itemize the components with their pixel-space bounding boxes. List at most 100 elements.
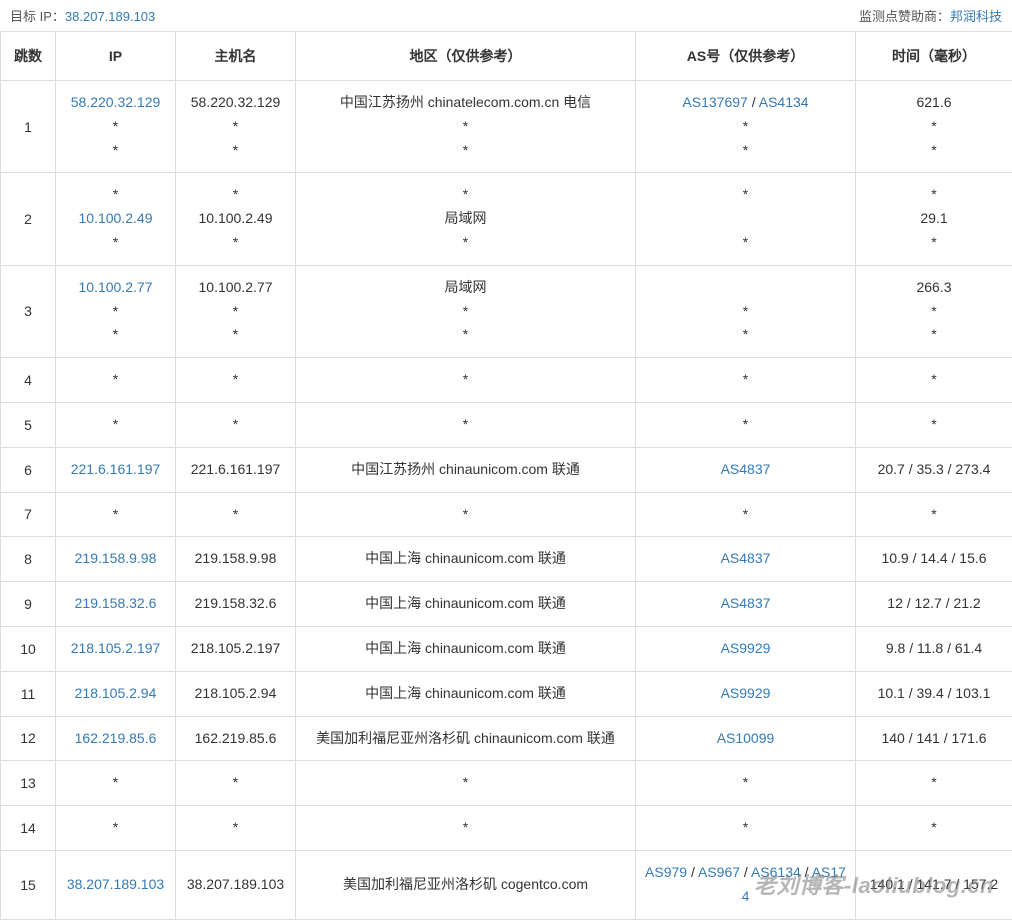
host-text: 218.105.2.94 [195,685,277,701]
host-text: 219.158.9.98 [195,550,277,566]
host-text: * [233,326,238,342]
table-row: 7***** [1,492,1012,537]
cell-host: 38.207.189.103 [176,850,296,919]
cell-as: AS979 / AS967 / AS6134 / AS174 [636,850,856,919]
as-link[interactable]: AS6134 [751,864,801,880]
cell-as: * [636,761,856,806]
cell-time: 20.7 / 35.3 / 273.4 [856,447,1012,492]
ip-link[interactable]: 219.158.32.6 [75,595,157,611]
cell-time: 266.3** [856,265,1012,357]
cell-ip: 219.158.9.98 [56,537,176,582]
cell-host: * [176,358,296,403]
as-link[interactable]: AS4134 [759,94,809,110]
sponsor-block: 监测点赞助商：邦润科技 [859,6,1002,25]
cell-ip: 10.100.2.77** [56,265,176,357]
table-row: 11218.105.2.94218.105.2.94中国上海 chinaunic… [1,671,1012,716]
ip-link[interactable]: 219.158.9.98 [75,550,157,566]
cell-region: * [296,761,636,806]
table-row: 6221.6.161.197221.6.161.197中国江苏扬州 chinau… [1,447,1012,492]
cell-region: 中国上海 chinaunicom.com 联通 [296,582,636,627]
cell-time: 621.6** [856,81,1012,173]
as-link[interactable]: AS4837 [721,550,771,566]
cell-ip: * [56,402,176,447]
target-ip-link[interactable]: 38.207.189.103 [65,9,155,24]
ip-link[interactable]: 162.219.85.6 [75,730,157,746]
cell-hop: 1 [1,81,56,173]
ip-link[interactable]: 38.207.189.103 [67,876,164,892]
cell-time: 12 / 12.7 / 21.2 [856,582,1012,627]
as-link[interactable]: AS137697 [682,94,747,110]
cell-ip: 221.6.161.197 [56,447,176,492]
as-text: / [687,864,698,880]
host-text: 219.158.32.6 [195,595,277,611]
cell-as: AS9929 [636,671,856,716]
time-text: 29.1 [920,210,947,226]
region-text: 局域网 [445,279,487,295]
region-text: * [463,234,468,250]
ip-link[interactable]: 218.105.2.94 [75,685,157,701]
table-row: 12162.219.85.6162.219.85.6美国加利福尼亚州洛杉矶 ch… [1,716,1012,761]
host-text: 10.100.2.77 [199,279,273,295]
ip-link[interactable]: 10.100.2.49 [79,210,153,226]
region-text: 局域网 [445,210,487,226]
cell-hop: 4 [1,358,56,403]
sponsor-link[interactable]: 邦润科技 [950,9,1002,24]
region-text: 美国加利福尼亚州洛杉矶 chinaunicom.com 联通 [316,730,615,746]
table-header-row: 跳数 IP 主机名 地区（仅供参考） AS号（仅供参考） 时间（毫秒） [1,32,1012,81]
cell-region: 中国上海 chinaunicom.com 联通 [296,671,636,716]
as-link[interactable]: AS9929 [721,685,771,701]
as-text: * [743,371,748,387]
cell-host: 219.158.9.98 [176,537,296,582]
cell-ip: 218.105.2.94 [56,671,176,716]
as-link[interactable]: AS10099 [717,730,775,746]
host-text: * [233,506,238,522]
cell-as: AS9929 [636,626,856,671]
region-text: * [463,303,468,319]
cell-region: 中国上海 chinaunicom.com 联通 [296,537,636,582]
time-text: 20.7 / 35.3 / 273.4 [878,461,991,477]
as-link[interactable]: AS9929 [721,640,771,656]
cell-as: AS10099 [636,716,856,761]
region-text: 中国上海 chinaunicom.com 联通 [365,640,566,656]
table-row: 13***** [1,761,1012,806]
as-text: * [743,416,748,432]
as-link[interactable]: AS979 [645,864,687,880]
ip-link[interactable]: 221.6.161.197 [71,461,161,477]
as-link[interactable]: AS967 [698,864,740,880]
cell-host: 221.6.161.197 [176,447,296,492]
ip-text: * [113,774,118,790]
ip-text: * [113,819,118,835]
time-text: * [931,326,936,342]
ip-link[interactable]: 10.100.2.77 [79,279,153,295]
cell-host: * [176,806,296,851]
ip-link[interactable]: 218.105.2.197 [71,640,161,656]
cell-ip: * [56,806,176,851]
cell-region: * [296,806,636,851]
ip-link[interactable]: 58.220.32.129 [71,94,161,110]
cell-host: 218.105.2.197 [176,626,296,671]
traceroute-table: 跳数 IP 主机名 地区（仅供参考） AS号（仅供参考） 时间（毫秒） 1 58.… [0,31,1012,920]
cell-time: *29.1* [856,173,1012,265]
as-link[interactable]: AS4837 [721,461,771,477]
cell-time: 10.9 / 14.4 / 15.6 [856,537,1012,582]
cell-time: 140.1 / 141.7 / 157.2 [856,850,1012,919]
region-text: 中国上海 chinaunicom.com 联通 [365,685,566,701]
cell-time: * [856,402,1012,447]
table-row: 14***** [1,806,1012,851]
as-link[interactable]: AS4837 [721,595,771,611]
region-text: * [463,326,468,342]
time-text: * [931,142,936,158]
cell-ip: 218.105.2.197 [56,626,176,671]
region-text: 中国上海 chinaunicom.com 联通 [365,595,566,611]
cell-as: * [636,492,856,537]
table-row: 1538.207.189.10338.207.189.103美国加利福尼亚州洛杉… [1,850,1012,919]
cell-as: * [636,402,856,447]
table-row: 310.100.2.77**10.100.2.77**局域网****266.3*… [1,265,1012,357]
cell-time: * [856,806,1012,851]
time-text: * [931,416,936,432]
ip-text: * [113,234,118,250]
region-text: * [463,186,468,202]
col-time: 时间（毫秒） [856,32,1012,81]
cell-region: 中国江苏扬州 chinatelecom.com.cn 电信** [296,81,636,173]
as-text: / [748,94,759,110]
